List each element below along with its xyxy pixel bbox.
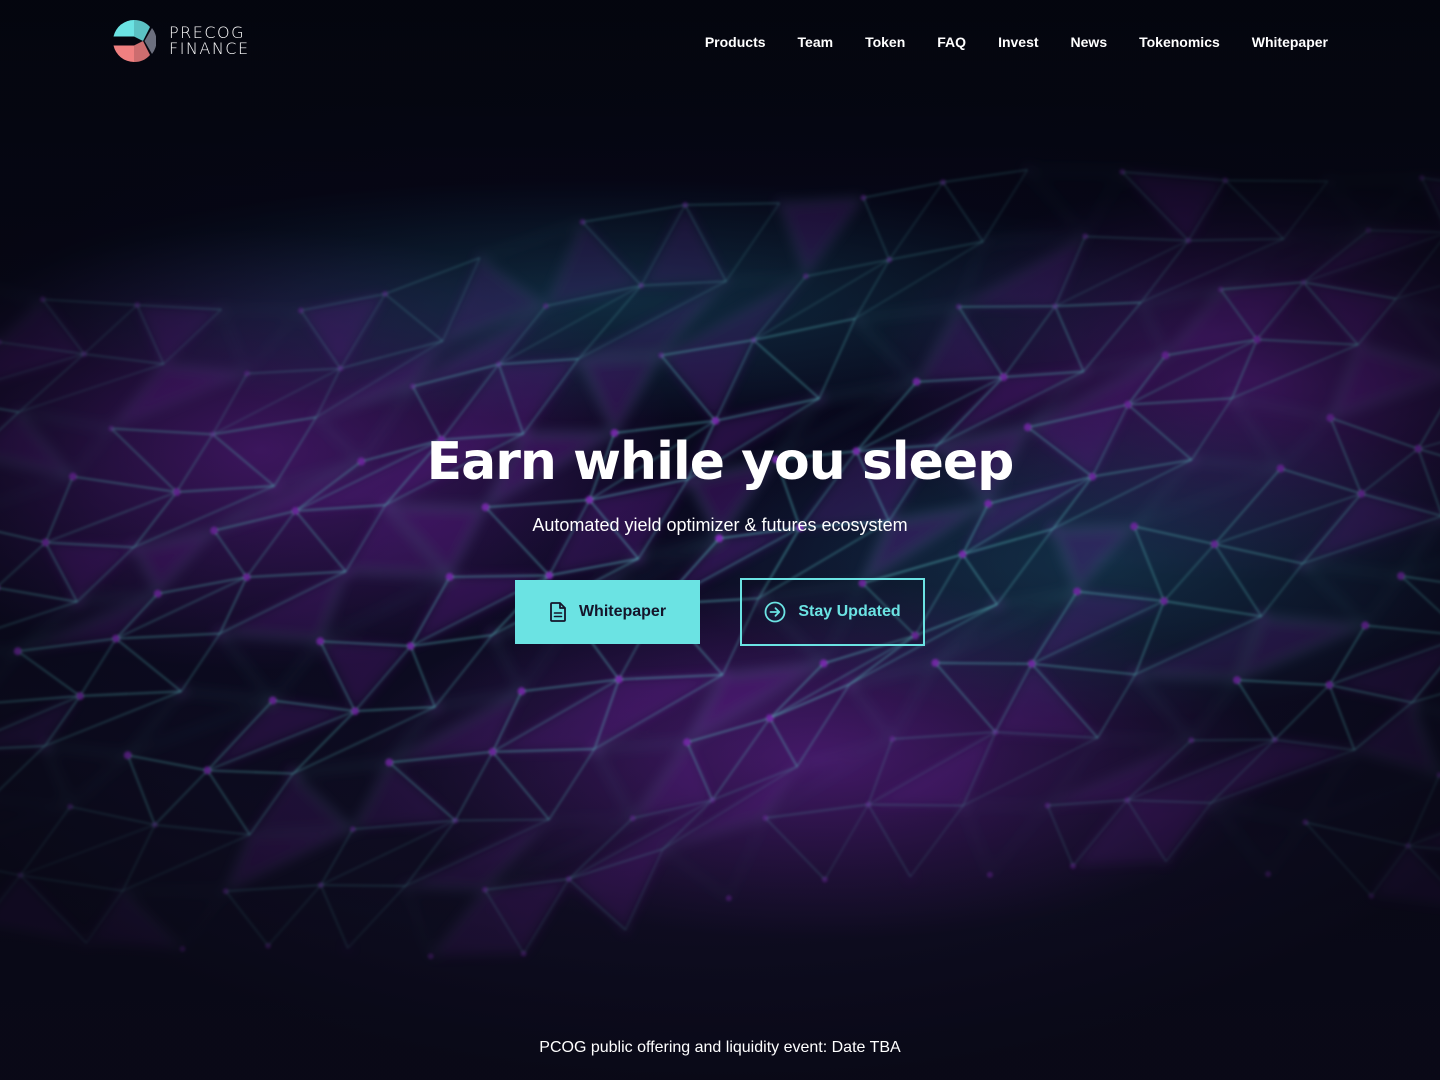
hero-subtitle: Automated yield optimizer & futures ecos… [532, 515, 908, 535]
precog-logo-icon [113, 19, 156, 63]
whitepaper-button-label: Whitepaper [578, 603, 667, 620]
stay-updated-button-label: Stay Updated [798, 603, 901, 620]
offering-announcement: PCOG public offering and liquidity event… [539, 1039, 901, 1056]
nav-item-token[interactable]: Token [865, 31, 905, 53]
document-icon [550, 602, 566, 622]
nav-item-invest[interactable]: Invest [998, 31, 1038, 53]
brand-name: PRECOG FINANCE [169, 25, 250, 57]
nav-item-products[interactable]: Products [705, 31, 766, 53]
nav-item-team[interactable]: Team [798, 31, 834, 53]
main-nav: Products Team Token FAQ Invest News Toke… [673, 31, 1328, 53]
network-mesh-background [0, 166, 1440, 960]
stay-updated-button[interactable]: Stay Updated [740, 578, 925, 646]
site-header: PRECOG FINANCE Products Team Token FAQ I… [0, 0, 1440, 84]
nav-item-news[interactable]: News [1071, 31, 1108, 53]
whitepaper-button[interactable]: Whitepaper [515, 580, 700, 644]
hero-title: Earn while you sleep [426, 432, 1015, 492]
nav-item-whitepaper[interactable]: Whitepaper [1252, 31, 1328, 53]
vignette-overlay [0, 0, 1440, 1080]
arrow-circle-right-icon [764, 601, 786, 623]
nav-item-tokenomics[interactable]: Tokenomics [1139, 31, 1220, 53]
nav-item-faq[interactable]: FAQ [937, 31, 966, 53]
brand-logo-link[interactable]: PRECOG FINANCE [112, 19, 250, 63]
landing-page: PRECOG FINANCE Products Team Token FAQ I… [0, 0, 1440, 1080]
brand-name-line2: FINANCE [169, 39, 250, 58]
